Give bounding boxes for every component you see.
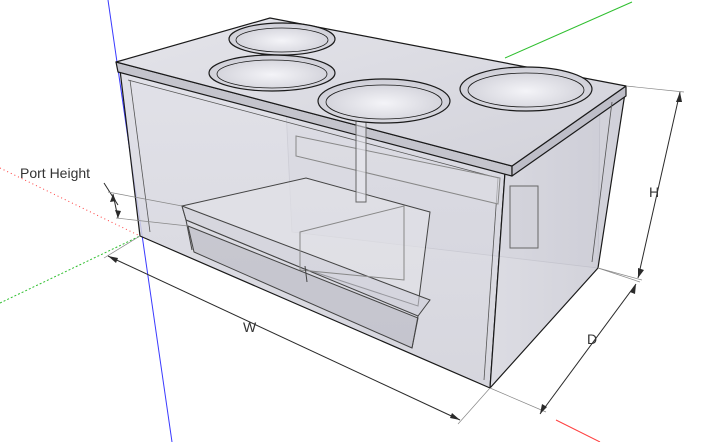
width-ext-left <box>103 235 141 259</box>
width-label: W <box>243 319 257 335</box>
depth-arrow-top <box>630 284 636 294</box>
axis-green-back <box>504 1 633 59</box>
width-arrow-left <box>108 256 118 263</box>
height-ext-top <box>625 85 685 93</box>
sub-opening-right <box>459 66 593 112</box>
height-label: H <box>649 184 659 200</box>
depth-ext-top <box>597 267 641 283</box>
port-height-arrow-bottom <box>115 210 121 218</box>
depth-ext-bottom <box>489 387 547 413</box>
width-arrow-right <box>450 413 460 420</box>
sub-opening-center <box>317 78 451 124</box>
width-ext-right <box>457 387 491 425</box>
port-height-label: Port Height <box>20 165 90 181</box>
side-brace-block <box>509 185 539 249</box>
3d-model-viewport[interactable]: Port Height W H D <box>0 0 726 443</box>
depth-label: D <box>587 331 597 347</box>
axis-green-front <box>0 235 141 304</box>
height-arrow-bottom <box>638 268 644 278</box>
height-arrow-top <box>676 92 682 102</box>
port-height-arrow-top <box>110 194 116 202</box>
height-ext-bottom <box>597 267 643 281</box>
scene-svg: Port Height W H D <box>0 0 685 443</box>
axis-red-front <box>555 419 601 443</box>
